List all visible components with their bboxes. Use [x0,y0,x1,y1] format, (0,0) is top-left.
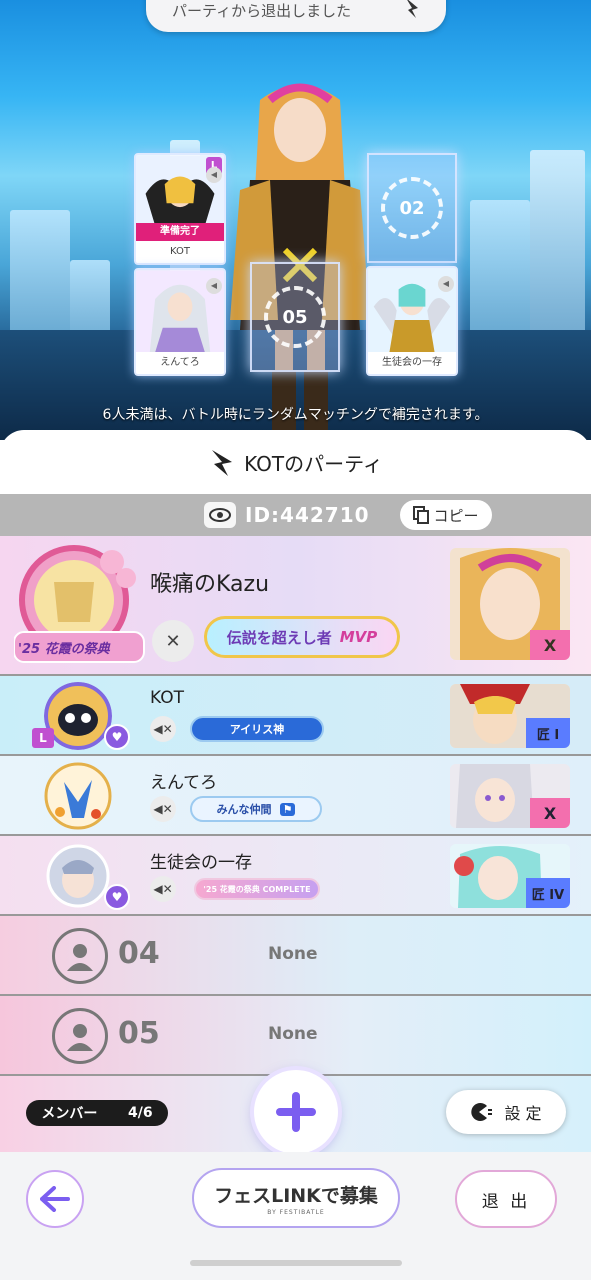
user-placeholder-icon [52,928,108,984]
mute-icon[interactable]: ◀✕ [150,876,176,902]
matching-notice: 6人未満は、バトル時にランダムマッチングで補完されます。 [102,407,489,423]
member-name: KOT [150,688,184,708]
copy-icon [413,506,430,524]
mute-icon[interactable]: ◀ [206,278,222,294]
slot-number: 04 [118,936,160,971]
member-portrait: X [450,764,570,828]
party-slot-02[interactable]: 02 [367,153,457,263]
game-lobby-scene: パーティから退出しました L ◀ 準備完了 KOT 02 ◀ えんてろ 05 ◀… [0,0,591,440]
rank-badge: X [530,798,570,828]
recruit-sub-label: BY FESTIBATLE [267,1208,325,1216]
friend-icon: ♥ [104,724,130,750]
title-plate: 伝説を超えし者 MVP [204,616,400,658]
level-badge: L [32,728,54,748]
member-avatar [44,682,112,750]
ready-status: 準備完了 [136,223,224,241]
copy-label: コピー [433,506,479,525]
member-count-value: 4/6 [128,1105,153,1121]
member-name: 生徒会の一存 [150,853,252,873]
title-plate: '25 花霞の祭典 COMPLETE [194,878,320,900]
settings-button[interactable]: 設 定 [446,1090,566,1134]
toast-text: パーティから退出しました [172,1,352,20]
member-row[interactable]: '25 花霞の祭典 喉痛のKazu ✕ 伝説を超えし者 MVP X [0,536,591,676]
title-text: みんな仲間 [216,803,272,816]
event-badge-text: '25 花霞の祭典 [18,642,110,657]
exit-label: 退 出 [481,1191,531,1212]
home-indicator[interactable] [190,1260,402,1266]
settings-label: 設 定 [504,1104,542,1123]
party-slot-enterro[interactable]: ◀ えんてろ [134,268,226,376]
title-plate: みんな仲間 ⚑ [190,796,322,822]
rank-badge: 匠 I [526,718,570,748]
member-avatar [46,844,110,908]
bottom-action-bar: フェスLINKで募集 BY FESTIBATLE 退 出 [0,1152,591,1280]
member-row[interactable]: えんてろ ◀✕ みんな仲間 ⚑ X [0,756,591,836]
title-text: アイリス神 [229,723,285,736]
player-character [230,83,370,432]
copy-button[interactable]: コピー [400,500,492,530]
festibatle-logo-icon [212,450,233,476]
member-avatar [44,762,112,830]
member-count-label: メンバー [41,1106,98,1122]
member-row[interactable]: L ♥ KOT ◀✕ アイリス神 匠 I [0,676,591,756]
party-title-bar: KOTのパーティ [0,444,591,480]
slot-value: None [268,944,318,964]
recruit-label: フェスLINKで募集 [214,1184,378,1207]
member-portrait: 匠 I [450,684,570,748]
party-panel: KOTのパーティ ID:442710 コピー '25 花霞の祭典 喉痛のKazu… [0,430,591,1280]
invite-plus-button[interactable] [254,1070,338,1154]
back-button[interactable] [26,1170,84,1228]
party-slot-05[interactable]: 05 [250,262,340,372]
member-row[interactable]: ♥ 生徒会の一存 ◀✕ '25 花霞の祭典 COMPLETE 匠 IV [0,836,591,916]
party-id-bar: ID:442710 コピー [0,494,591,536]
eye-icon[interactable] [204,502,236,528]
friend-icon: ♥ [104,884,130,910]
exit-party-button[interactable]: 退 出 [455,1170,557,1228]
title-text: '25 花霞の祭典 COMPLETE [203,884,311,894]
party-slot-seitokai[interactable]: ◀ 生徒会の一存 [366,266,458,376]
slot-label: えんてろ [136,352,224,374]
toast-notification: パーティから退出しました [146,0,446,32]
slot-label: 生徒会の一存 [368,352,456,374]
slot-label: KOT [136,241,224,263]
empty-member-slot[interactable]: 04 None [0,916,591,996]
title-plate: アイリス神 [190,716,324,742]
rank-badge: X [530,630,570,660]
slot-value: None [268,1024,318,1044]
mic-off-icon[interactable]: ✕ [152,620,194,662]
arrow-left-icon [40,1186,70,1212]
flag-icon: ⚑ [279,802,296,816]
rank-badge: 匠 IV [526,878,570,908]
member-portrait: X [450,548,570,660]
pacman-settings-icon [471,1103,493,1121]
party-slot-kot[interactable]: L ◀ 準備完了 KOT [134,153,226,265]
user-placeholder-icon [52,1008,108,1064]
party-title: KOTのパーティ [244,451,383,476]
mvp-tag: MVP [339,628,378,646]
member-count-badge: メンバー 4/6 [26,1100,168,1126]
empty-member-slot[interactable]: 05 None [0,996,591,1076]
member-portrait: 匠 IV [450,844,570,908]
mute-icon[interactable]: ◀✕ [150,716,176,742]
slot-number: 05 [264,286,326,348]
member-name: 喉痛のKazu [150,572,270,597]
title-text: 伝説を超えし者 [226,628,332,647]
mute-icon[interactable]: ◀ [438,276,454,292]
slot-number: 05 [118,1016,160,1051]
mute-icon[interactable]: ◀✕ [150,796,176,822]
plus-icon [276,1092,316,1132]
recruit-festlink-button[interactable]: フェスLINKで募集 BY FESTIBATLE [192,1168,400,1228]
festibatle-logo-icon [407,0,418,18]
mute-icon[interactable]: ◀ [206,167,222,183]
party-id: ID:442710 [245,503,370,527]
member-name: えんてろ [150,773,218,793]
slot-number: 02 [381,177,443,239]
